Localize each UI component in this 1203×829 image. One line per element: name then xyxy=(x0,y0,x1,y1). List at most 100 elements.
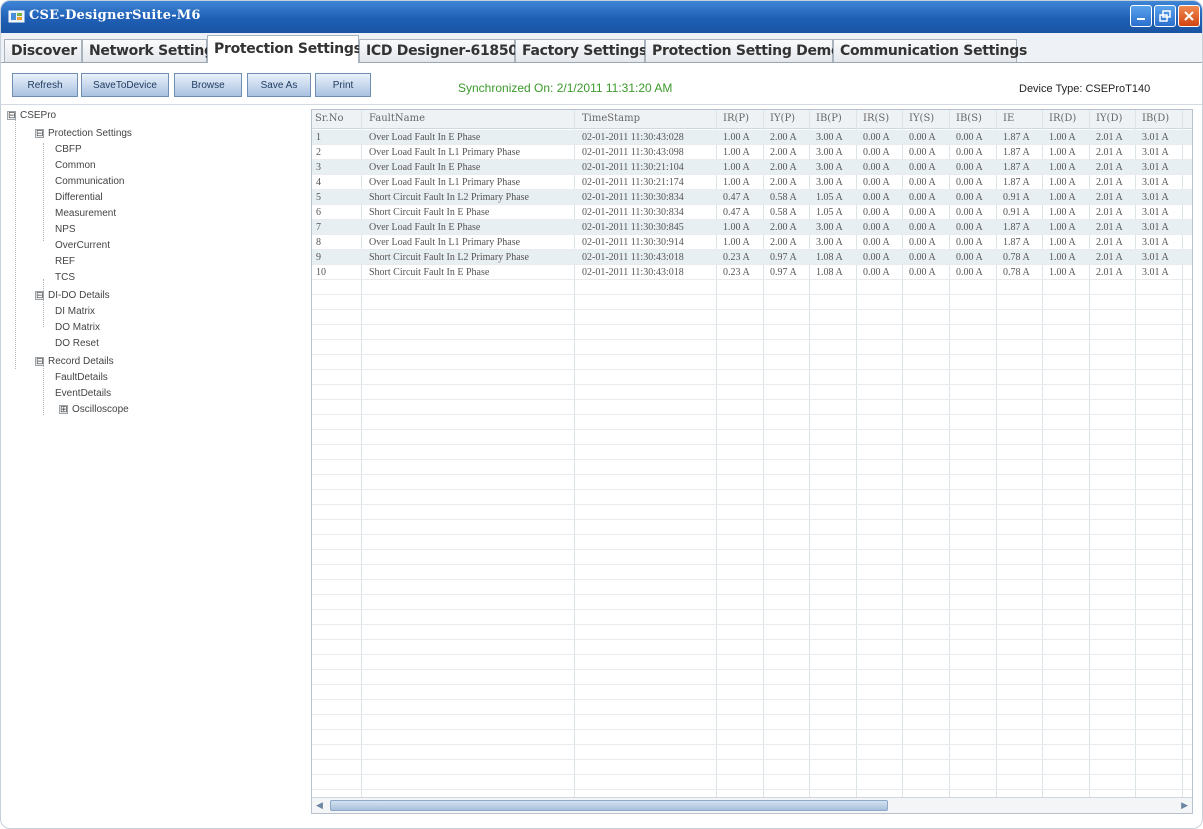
col-header-ie[interactable]: IE xyxy=(1003,113,1014,124)
table-row[interactable]: 8 Over Load Fault In L1 Primary Phase 02-0… xyxy=(312,235,1192,250)
empty-table-row[interactable] xyxy=(312,370,1192,385)
tree-item-differential[interactable]: Differential xyxy=(55,191,103,205)
scrollbar-thumb[interactable] xyxy=(330,800,888,811)
tree-item-do-reset[interactable]: DO Reset xyxy=(55,337,99,351)
tree-item-communication[interactable]: Communication xyxy=(55,175,124,189)
empty-table-row[interactable] xyxy=(312,685,1192,700)
empty-table-row[interactable] xyxy=(312,280,1192,295)
col-header-irp[interactable]: IR(P) xyxy=(723,113,749,124)
table-row[interactable]: 2 Over Load Fault In L1 Primary Phase 02-0… xyxy=(312,145,1192,160)
empty-table-row[interactable] xyxy=(312,535,1192,550)
empty-table-row[interactable] xyxy=(312,550,1192,565)
tab-discover[interactable]: Discover xyxy=(4,39,82,62)
empty-table-row[interactable] xyxy=(312,355,1192,370)
empty-table-row[interactable] xyxy=(312,400,1192,415)
col-header-timestamp[interactable]: TimeStamp xyxy=(582,113,640,124)
tree-item-di-matrix[interactable]: DI Matrix xyxy=(55,305,95,319)
empty-table-row[interactable] xyxy=(312,520,1192,535)
tree-item-common[interactable]: Common xyxy=(55,159,96,173)
fault-records-table[interactable]: Sr.No FaultName TimeStamp IR(P) IY(P) IB… xyxy=(311,109,1193,814)
collapse-icon[interactable]: ⊟ xyxy=(35,128,44,138)
table-row[interactable]: 3 Over Load Fault In E Phase 02-01-2011 11… xyxy=(312,160,1192,175)
title-bar[interactable]: CSE-DesignerSuite-M6 xyxy=(1,1,1202,33)
empty-table-row[interactable] xyxy=(312,610,1192,625)
empty-table-row[interactable] xyxy=(312,565,1192,580)
empty-table-row[interactable] xyxy=(312,475,1192,490)
col-header-ird[interactable]: IR(D) xyxy=(1049,113,1076,124)
tree-item-do-matrix[interactable]: DO Matrix xyxy=(55,321,100,335)
tree-item-nps[interactable]: NPS xyxy=(55,223,76,237)
maximize-button[interactable] xyxy=(1154,5,1176,27)
empty-table-row[interactable] xyxy=(312,505,1192,520)
tree-node-oscilloscope[interactable]: ⊞ Oscilloscope xyxy=(59,403,129,417)
tree-item-ref[interactable]: REF xyxy=(55,255,75,269)
tree-node-protection-settings[interactable]: ⊟ Protection Settings xyxy=(35,127,132,141)
tree-item-event-details[interactable]: EventDetails xyxy=(55,387,111,401)
col-header-iyp[interactable]: IY(P) xyxy=(770,113,795,124)
empty-table-row[interactable] xyxy=(312,730,1192,745)
empty-table-row[interactable] xyxy=(312,415,1192,430)
empty-table-row[interactable] xyxy=(312,745,1192,760)
empty-table-row[interactable] xyxy=(312,670,1192,685)
collapse-icon[interactable]: ⊟ xyxy=(35,356,44,366)
col-header-ibs[interactable]: IB(S) xyxy=(956,113,982,124)
empty-table-row[interactable] xyxy=(312,460,1192,475)
empty-table-row[interactable] xyxy=(312,640,1192,655)
tree-item-overcurrent[interactable]: OverCurrent xyxy=(55,239,110,253)
scroll-left-icon[interactable]: ◀ xyxy=(316,800,323,811)
empty-table-row[interactable] xyxy=(312,385,1192,400)
expand-icon[interactable]: ⊞ xyxy=(59,404,68,414)
table-row[interactable]: 9 Short Circuit Fault In L2 Primary Phase… xyxy=(312,250,1192,265)
table-row[interactable]: 5 Short Circuit Fault In L2 Primary Phase… xyxy=(312,190,1192,205)
table-row[interactable]: 1 Over Load Fault In E Phase 02-01-2011 11… xyxy=(312,130,1192,145)
empty-table-row[interactable] xyxy=(312,580,1192,595)
tab-icd-designer[interactable]: ICD Designer-61850 xyxy=(359,39,518,62)
tree-node-dido-details[interactable]: ⊟ DI-DO Details xyxy=(35,289,110,303)
tree-node-record-details[interactable]: ⊟ Record Details xyxy=(35,355,114,369)
col-header-iyd[interactable]: IY(D) xyxy=(1096,113,1122,124)
empty-table-row[interactable] xyxy=(312,490,1192,505)
empty-table-row[interactable] xyxy=(312,715,1192,730)
tab-network-setting[interactable]: Network Setting xyxy=(82,39,214,62)
horizontal-scrollbar[interactable]: ◀ ▶ xyxy=(312,797,1192,813)
tab-factory-settings[interactable]: Factory Settings xyxy=(515,39,647,62)
refresh-button[interactable]: Refresh xyxy=(12,73,78,97)
empty-table-row[interactable] xyxy=(312,445,1192,460)
collapse-icon[interactable]: ⊟ xyxy=(7,110,16,120)
empty-table-row[interactable] xyxy=(312,325,1192,340)
tab-communication-settings[interactable]: Communication Settings xyxy=(833,39,1027,62)
tree-item-measurement[interactable]: Measurement xyxy=(55,207,116,221)
col-header-ibd[interactable]: IB(D) xyxy=(1142,113,1169,124)
save-as-button[interactable]: Save As xyxy=(247,73,311,97)
empty-table-row[interactable] xyxy=(312,295,1192,310)
col-header-srno[interactable]: Sr.No xyxy=(315,113,343,124)
table-row[interactable]: 4 Over Load Fault In L1 Primary Phase 02-0… xyxy=(312,175,1192,190)
tree-node-csepro[interactable]: ⊟ CSEPro xyxy=(7,109,56,123)
table-row[interactable]: 6 Short Circuit Fault In E Phase 02-01-201… xyxy=(312,205,1192,220)
print-button[interactable]: Print xyxy=(315,73,371,97)
tree-item-cbfp[interactable]: CBFP xyxy=(55,143,82,157)
empty-table-row[interactable] xyxy=(312,430,1192,445)
tree-item-tcs[interactable]: TCS xyxy=(55,271,75,285)
collapse-icon[interactable]: ⊟ xyxy=(35,290,44,300)
empty-table-row[interactable] xyxy=(312,625,1192,640)
col-header-irs[interactable]: IR(S) xyxy=(863,113,889,124)
tab-protection-settings[interactable]: Protection Settings xyxy=(207,35,362,64)
scroll-right-icon[interactable]: ▶ xyxy=(1181,800,1188,811)
table-row[interactable]: 7 Over Load Fault In E Phase 02-01-2011 11… xyxy=(312,220,1192,235)
empty-table-row[interactable] xyxy=(312,595,1192,610)
tab-protection-setting-demo[interactable]: Protection Setting Demo xyxy=(645,39,841,62)
save-to-device-button[interactable]: SaveToDevice xyxy=(81,73,169,97)
empty-table-row[interactable] xyxy=(312,655,1192,670)
col-header-faultname[interactable]: FaultName xyxy=(369,113,425,124)
empty-table-row[interactable] xyxy=(312,700,1192,715)
browse-button[interactable]: Browse xyxy=(174,73,242,97)
empty-table-row[interactable] xyxy=(312,310,1192,325)
close-button[interactable] xyxy=(1178,5,1200,27)
tree-item-fault-details[interactable]: FaultDetails xyxy=(55,371,108,385)
empty-table-row[interactable] xyxy=(312,340,1192,355)
minimize-button[interactable] xyxy=(1130,5,1152,27)
empty-table-row[interactable] xyxy=(312,775,1192,790)
empty-table-row[interactable] xyxy=(312,760,1192,775)
col-header-ibp[interactable]: IB(P) xyxy=(816,113,842,124)
